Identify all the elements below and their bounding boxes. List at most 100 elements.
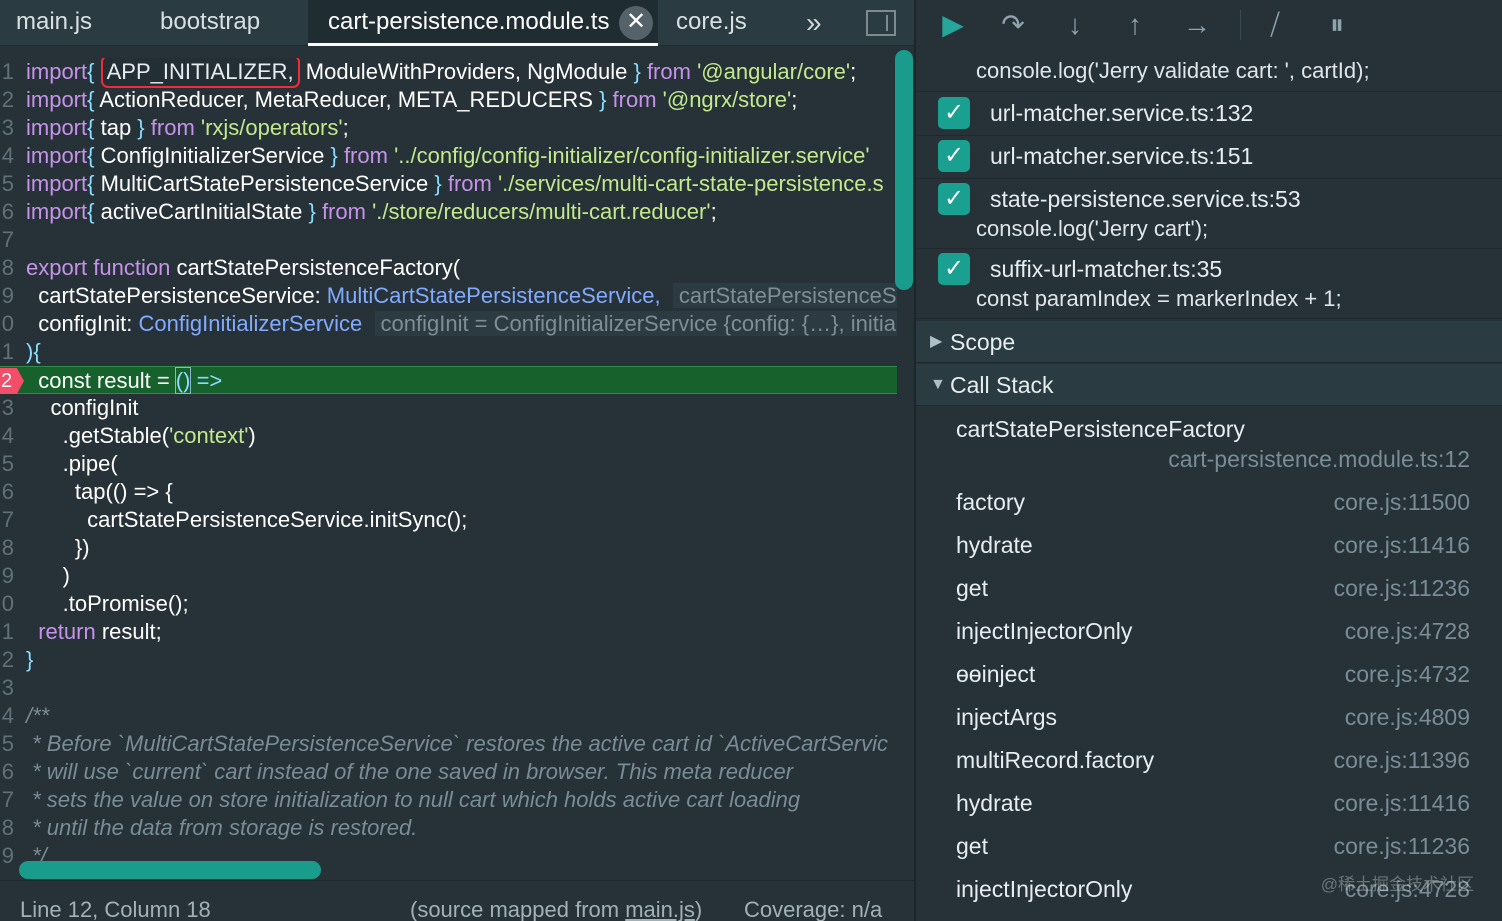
code-token: cartStatePersistenceService: — [26, 283, 327, 308]
code-line[interactable]: 3 configInit — [0, 394, 897, 422]
code-line[interactable]: 7 — [0, 226, 897, 254]
step-out-icon[interactable]: ↑ — [1116, 8, 1154, 42]
tab-main-js[interactable]: main.js — [16, 0, 92, 46]
line-number[interactable]: 8 — [0, 534, 14, 562]
breakpoint-row[interactable]: ✓ suffix-url-matcher.ts:35 const paramInde… — [916, 249, 1502, 319]
line-number[interactable]: 6 — [0, 478, 14, 506]
step-over-icon[interactable]: ↷ — [994, 8, 1032, 42]
horizontal-scrollbar[interactable] — [19, 861, 321, 879]
checkbox-checked-icon[interactable]: ✓ — [938, 253, 970, 285]
code-line[interactable]: 9 cartStatePersistenceService: MultiCart… — [0, 282, 897, 310]
line-number[interactable]: 0 — [0, 590, 14, 618]
call-stack-frame[interactable]: hydrate core.js:11416 — [916, 524, 1502, 566]
call-stack-frame[interactable]: ɵɵinject core.js:4732 — [916, 653, 1502, 695]
line-number[interactable]: 9 — [0, 282, 14, 310]
toggle-debugger-panel-icon[interactable] — [866, 10, 896, 36]
more-tabs-chevron-icon[interactable]: » — [806, 8, 822, 38]
line-number[interactable]: 1 — [0, 618, 14, 646]
code-line[interactable]: 1){ — [0, 338, 897, 366]
code-line[interactable]: 4 .getStable('context') — [0, 422, 897, 450]
line-number[interactable]: 6 — [0, 198, 14, 226]
tab-cart-persistence-module[interactable]: cart-persistence.module.ts ✕ — [308, 0, 658, 46]
line-number[interactable]: 3 — [0, 394, 14, 422]
breakpoint-row[interactable]: ✓ url-matcher.service.ts:132 — [916, 93, 1502, 136]
tab-core-js[interactable]: core.js — [676, 0, 747, 46]
code-line[interactable]: 6 * will use `current` cart instead of t… — [0, 758, 897, 786]
close-icon[interactable]: ✕ — [619, 6, 653, 40]
line-number[interactable]: 1 — [0, 58, 14, 86]
checkbox-checked-icon[interactable]: ✓ — [938, 140, 970, 172]
code-line[interactable]: 8 }) — [0, 534, 897, 562]
line-number[interactable]: 4 — [0, 702, 14, 730]
line-number[interactable]: 3 — [0, 114, 14, 142]
code-line[interactable]: 0 configInit: ConfigInitializerService c… — [0, 310, 897, 338]
code-line[interactable]: 6 tap(() => { — [0, 478, 897, 506]
line-number[interactable]: 7 — [0, 786, 14, 814]
breakpoint-row[interactable]: ✓ url-matcher.service.ts:151 — [916, 136, 1502, 179]
code-line[interactable]: 5 .pipe( — [0, 450, 897, 478]
line-number[interactable]: 3 — [0, 674, 14, 702]
code-line[interactable]: 4 /** — [0, 702, 897, 730]
line-number[interactable]: 9 — [0, 842, 14, 870]
call-stack-frame[interactable]: get core.js:11236 — [916, 825, 1502, 867]
line-number[interactable]: 9 — [0, 562, 14, 590]
call-stack-section-header[interactable]: ▼ Call Stack — [916, 364, 1502, 406]
line-number[interactable]: 2 — [0, 86, 14, 114]
line-number[interactable]: 1 — [0, 338, 14, 366]
code-token: ActionReducer, MetaReducer, META_REDUCER… — [99, 87, 600, 112]
resume-icon[interactable]: ▶ — [934, 8, 972, 42]
checkbox-checked-icon[interactable]: ✓ — [938, 183, 970, 215]
code-line[interactable]: 4 import{ ConfigInitializerService } from… — [0, 142, 897, 170]
breakpoint-row[interactable]: ✓ state-persistence.service.ts:53 console.… — [916, 179, 1502, 249]
line-number[interactable]: 7 — [0, 226, 14, 254]
code-line[interactable]: 7 * sets the value on store initializati… — [0, 786, 897, 814]
code-line[interactable]: 0 .toPromise(); — [0, 590, 897, 618]
call-stack-frame[interactable]: cartStatePersistenceFactory cart-persiste… — [916, 408, 1502, 482]
call-stack-frame[interactable]: injectArgs core.js:4809 — [916, 696, 1502, 738]
code-line[interactable]: 3 — [0, 674, 897, 702]
code-line[interactable]: 7 cartStatePersistenceService.initSync()… — [0, 506, 897, 534]
code-token: } — [308, 199, 322, 224]
code-line[interactable]: 2 import{ ActionReducer, MetaReducer, MET… — [0, 86, 897, 114]
line-number[interactable]: 5 — [0, 450, 14, 478]
scope-section-header[interactable]: ▶ Scope — [916, 321, 1502, 363]
deactivate-breakpoints-icon[interactable]: ⧸ — [1256, 8, 1294, 42]
line-number[interactable]: 8 — [0, 254, 14, 282]
code-line[interactable]: 5 import{ MultiCartStatePersistenceServic… — [0, 170, 897, 198]
call-stack-frame[interactable]: multiRecord.factory core.js:11396 — [916, 739, 1502, 781]
code-line[interactable]: 6 import{ activeCartInitialState } from '… — [0, 198, 897, 226]
code-line[interactable]: 5 * Before `MultiCartStatePersistenceSer… — [0, 730, 897, 758]
code-line[interactable]: 1 import{ APP_INITIALIZER, ModuleWithProv… — [0, 58, 897, 88]
call-stack-frame[interactable]: get core.js:11236 — [916, 567, 1502, 609]
line-number[interactable]: 5 — [0, 730, 14, 758]
line-number[interactable]: 4 — [0, 142, 14, 170]
code-line[interactable]: 8 * until the data from storage is resto… — [0, 814, 897, 842]
code-text: import{ ConfigInitializerService } from … — [26, 142, 870, 170]
call-stack-frame[interactable]: factory core.js:11500 — [916, 481, 1502, 523]
pause-on-exceptions-icon[interactable]: ⏸ — [1318, 8, 1356, 42]
checkbox-checked-icon[interactable]: ✓ — [938, 97, 970, 129]
line-number[interactable]: 7 — [0, 506, 14, 534]
line-number[interactable]: 4 — [0, 422, 14, 450]
code-area[interactable]: 1 import{ APP_INITIALIZER, ModuleWithProv… — [0, 58, 897, 878]
line-number[interactable]: 6 — [0, 758, 14, 786]
line-number[interactable]: 5 — [0, 170, 14, 198]
code-line[interactable]: 3 import{ tap } from 'rxjs/operators'; — [0, 114, 897, 142]
line-number[interactable]: 0 — [0, 310, 14, 338]
call-stack-frame[interactable]: injectInjectorOnly core.js:4728 — [916, 610, 1502, 652]
vertical-scrollbar[interactable] — [895, 50, 913, 290]
line-number[interactable]: 8 — [0, 814, 14, 842]
line-number[interactable]: 2 — [0, 646, 14, 674]
step-icon[interactable]: → — [1178, 8, 1216, 42]
breakpoint-marker[interactable]: 2 — [0, 368, 24, 394]
code-line[interactable]: 1 return result; — [0, 618, 897, 646]
source-map-link[interactable]: main.js — [625, 897, 695, 921]
step-into-icon[interactable]: ↓ — [1056, 8, 1094, 42]
code-line[interactable]: 9 ) — [0, 562, 897, 590]
code-line[interactable]: 2} — [0, 646, 897, 674]
code-token: import — [26, 143, 88, 168]
call-stack-frame[interactable]: hydrate core.js:11416 — [916, 782, 1502, 824]
code-line[interactable]: 8 export function cartStatePersistenceFac… — [0, 254, 897, 282]
code-line-paused[interactable]: 2 const result = () => — [0, 366, 897, 394]
tab-bootstrap[interactable]: bootstrap — [160, 0, 260, 46]
